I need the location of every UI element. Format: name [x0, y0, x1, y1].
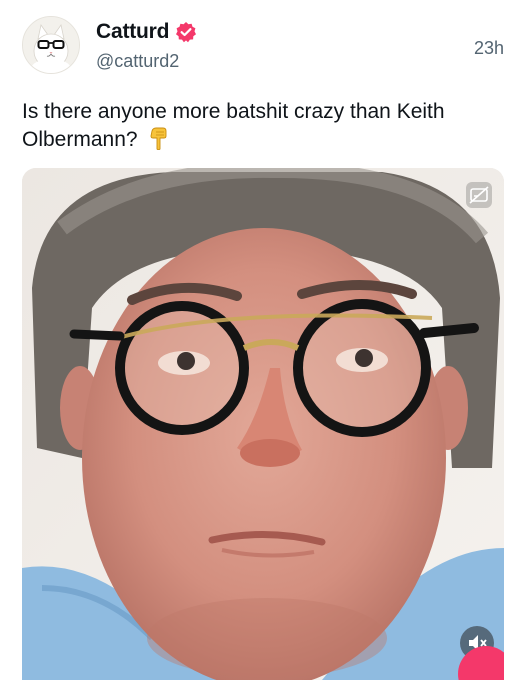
timestamp[interactable]: 23h [474, 38, 504, 59]
author-display-name[interactable]: Catturd [96, 20, 169, 44]
cat-avatar-icon [23, 17, 79, 73]
verified-badge-icon [176, 22, 197, 43]
tweet-video[interactable] [22, 168, 504, 680]
tweet-text-content: Is there anyone more batshit crazy than … [22, 100, 445, 151]
video-frame-image [22, 168, 504, 680]
author-name-row: Catturd [96, 20, 197, 44]
closed-captions-icon [469, 186, 489, 204]
tweet-text: Is there anyone more batshit crazy than … [22, 98, 502, 154]
avatar[interactable] [22, 16, 80, 74]
pointing-down-hand-emoji-icon [150, 127, 167, 150]
author-handle[interactable]: @catturd2 [96, 51, 179, 72]
tweet-card: Catturd @catturd2 23h Is there anyone mo… [0, 0, 526, 680]
closed-captions-button[interactable] [466, 182, 492, 208]
